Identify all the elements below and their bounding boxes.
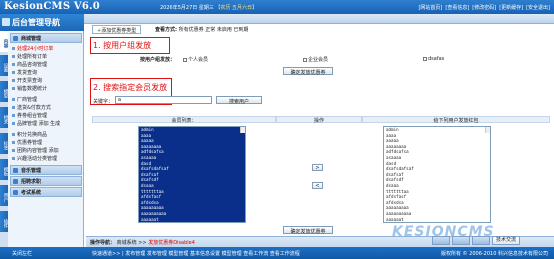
vtab-settings[interactable]: 设置 — [0, 55, 8, 77]
quick-links[interactable]: 快速通道>> | 发布管理 发布管理 模型管理 基本信息设置 模型管理 查看工作… — [92, 250, 300, 257]
annotation-step1: 1. 按用户组发放 — [93, 41, 152, 50]
window-button-2[interactable] — [452, 236, 470, 245]
lunar-date-link[interactable]: 【农历 五月六日】 — [215, 5, 257, 11]
sidebar-title: 后台管理导航 — [12, 18, 60, 27]
copyright: 版权所有 © 2006-2010 科兴信息技术有限公司 — [440, 251, 548, 257]
op-nav-label: 操作导航： — [90, 240, 116, 246]
collapse-left-button[interactable]: 关闭左栏 — [12, 250, 32, 257]
menu-item-coupons[interactable]: 优惠券管理 — [10, 138, 82, 146]
member-listbox[interactable]: admin aaaa aaaaa aaaaaaaa adfdsafsa asaaaa das… — [138, 126, 246, 223]
move-left-button[interactable]: < — [312, 182, 323, 189]
top-links: [网站首页] [查看信息] [修改密码] [更新缓存] [安全退出] — [418, 4, 550, 11]
menu-item-groupbuy[interactable]: 团购内容管理 添加 — [10, 146, 82, 154]
sidebar-vertical-tabs: 内容 设置 模型 相关 标签 模板 用户 插件 — [0, 31, 8, 247]
member-option[interactable]: asaffffff — [139, 222, 245, 223]
recipient-option[interactable]: asaffffff — [384, 222, 490, 223]
date-display: 2026年5月27日 星期三 【农历 五月六日】 — [160, 4, 257, 11]
search-label: 关键字： — [93, 99, 114, 105]
group-issue-button[interactable]: 确定发放优惠券 — [283, 67, 333, 76]
menu-item-24h-orders[interactable]: 处理24小时订单 — [10, 44, 82, 52]
breadcrumb-shop[interactable]: 商城系统 — [117, 240, 137, 246]
breadcrumb-separator: >> — [138, 240, 147, 246]
checkbox[interactable] — [423, 56, 427, 61]
change-password-link[interactable]: [修改密码] — [472, 4, 496, 11]
annotation-step2: 2. 搜索指定会员发放 — [93, 83, 168, 92]
update-cache-link[interactable]: [更新缓存] — [499, 4, 523, 11]
sidebar-header: 后台管理导航 — [0, 14, 84, 31]
checkbox[interactable] — [183, 57, 187, 62]
folder-icon — [13, 168, 18, 173]
sidebar-menu: 商城管理 处理24小时订单 处理所有订单 商品咨询管理 发货查询 开支票查询 销… — [10, 33, 82, 198]
view-label: 查看方式: — [155, 27, 177, 33]
folder-icon — [13, 179, 18, 184]
menu-item-all-orders[interactable]: 处理所有订单 — [10, 52, 82, 60]
menu-item-events[interactable]: 兴趣活动分类管理 — [10, 154, 82, 162]
date-text: 2026年5月27日 星期三 — [160, 5, 214, 11]
group-option-enterprise[interactable]: 企业会员 — [303, 56, 328, 63]
menu-item-brands[interactable]: 品牌管理 添加 生成 — [10, 119, 82, 127]
group-option-label: dsafas — [428, 56, 445, 62]
menu-group-shop[interactable]: 商城管理 — [10, 33, 82, 43]
nav-icon — [2, 18, 10, 26]
vtab-content[interactable]: 内容 — [0, 31, 8, 53]
move-right-button[interactable]: > — [312, 164, 323, 171]
vtab-users[interactable]: 用户 — [0, 185, 8, 207]
search-user-button[interactable]: 搜索用户 — [216, 96, 262, 105]
group-option-dsafas[interactable]: dsafas — [423, 56, 444, 62]
breadcrumb-current: 发放优惠券Disable4 — [148, 240, 195, 246]
menu-group-exam[interactable]: 考试系统 — [10, 187, 82, 197]
menu-group-music[interactable]: 音乐管理 — [10, 165, 82, 175]
issue-coupon-button[interactable]: 确定发放优惠券 — [283, 226, 333, 235]
menu-group-jobs[interactable]: 招聘求职 — [10, 176, 82, 186]
menu-item-consult[interactable]: 商品咨询管理 — [10, 60, 82, 68]
vtab-model[interactable]: 模型 — [0, 81, 8, 103]
recipient-listbox[interactable]: admin aaaa aaaaa aaaaaaaa adfdsafsa asaaaa das… — [383, 126, 491, 223]
add-coupon-label: 添加优惠券类型 — [101, 28, 137, 34]
folder-icon — [13, 190, 18, 195]
folder-icon — [13, 36, 18, 41]
menu-group-label: 考试系统 — [21, 190, 42, 196]
home-link[interactable]: [网站首页] — [418, 4, 442, 11]
group-issue-label: 按用户组发放： — [140, 57, 176, 63]
menu-item-points[interactable]: 积分兑换商品 — [10, 130, 82, 138]
menu-group-label: 商城管理 — [21, 36, 42, 42]
logout-link[interactable]: [安全退出] — [526, 4, 550, 11]
group-option-personal[interactable]: 个人会员 — [183, 56, 208, 63]
menu-item-stats[interactable]: 销售数据统计 — [10, 84, 82, 92]
filter-expired[interactable]: 已到期 — [233, 27, 248, 33]
menu-item-shipping[interactable]: 发货查询 — [10, 68, 82, 76]
checkbox[interactable] — [303, 57, 307, 62]
recipients-header: 给下列用户发放红包 — [362, 116, 550, 124]
vtab-related[interactable]: 相关 — [0, 107, 8, 129]
view-filter: 查看方式: 所有优惠券 正常 未启用 已到期 — [155, 26, 248, 33]
menu-group-label: 招聘求职 — [21, 179, 42, 185]
group-option-label: 个人会员 — [188, 57, 209, 63]
filter-all[interactable]: 所有优惠券 — [179, 27, 204, 33]
scrollbar[interactable] — [240, 127, 245, 133]
scrollbar[interactable] — [485, 127, 490, 133]
tech-exchange-button[interactable]: 技术交流 — [492, 236, 520, 245]
menu-item-payment[interactable]: 送货&付款方式 — [10, 103, 82, 111]
add-coupon-type-button[interactable]: +添加优惠券类型 — [92, 25, 142, 34]
window-button-3[interactable] — [472, 236, 490, 245]
filter-normal[interactable]: 正常 — [205, 27, 215, 33]
member-list-header: 会员列表： — [92, 116, 276, 124]
menu-group-label: 音乐管理 — [21, 168, 42, 174]
menu-item-vendors[interactable]: 厂商管理 — [10, 95, 82, 103]
menu-item-bundles[interactable]: 券劵组合管理 — [10, 111, 82, 119]
view-info-link[interactable]: [查看信息] — [445, 4, 469, 11]
vtab-plugins[interactable]: 插件 — [0, 211, 8, 233]
filter-disabled[interactable]: 未启用 — [217, 27, 232, 33]
window-button-1[interactable] — [432, 236, 450, 245]
vtab-tags[interactable]: 标签 — [0, 133, 8, 155]
group-option-label: 企业会员 — [308, 57, 329, 63]
menu-item-invoice[interactable]: 开支票查询 — [10, 76, 82, 84]
operations-header: 操作 — [276, 116, 362, 124]
vtab-template[interactable]: 模板 — [0, 159, 8, 181]
footer: 关闭左栏 快速通道>> | 发布管理 发布管理 模型管理 基本信息设置 模型管理… — [0, 247, 554, 259]
app-logo: KesionCMS V6.0 — [4, 1, 100, 12]
keyword-input[interactable]: a — [115, 96, 212, 104]
